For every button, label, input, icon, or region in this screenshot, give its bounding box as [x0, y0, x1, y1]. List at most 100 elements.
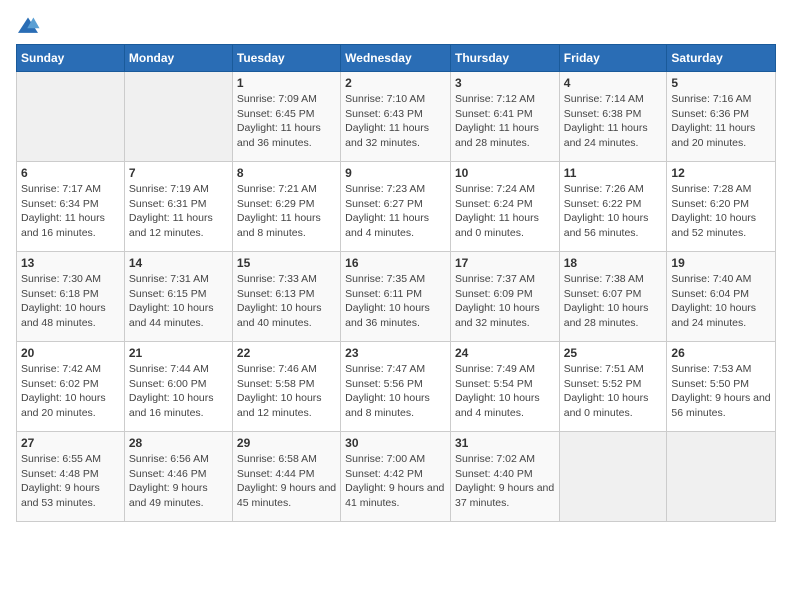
day-detail: Sunrise: 7:00 AM Sunset: 4:42 PM Dayligh…: [345, 452, 446, 511]
week-row-1: 1 Sunrise: 7:09 AM Sunset: 6:45 PM Daylig…: [17, 72, 776, 162]
day-number: 19: [671, 256, 771, 270]
day-cell: 13 Sunrise: 7:30 AM Sunset: 6:18 PM Dayli…: [17, 252, 125, 342]
day-detail: Sunrise: 7:02 AM Sunset: 4:40 PM Dayligh…: [455, 452, 555, 511]
day-cell: 23 Sunrise: 7:47 AM Sunset: 5:56 PM Dayli…: [341, 342, 451, 432]
day-number: 31: [455, 436, 555, 450]
day-detail: Sunrise: 7:26 AM Sunset: 6:22 PM Dayligh…: [564, 182, 663, 241]
col-header-saturday: Saturday: [667, 45, 776, 72]
day-number: 6: [21, 166, 120, 180]
day-detail: Sunrise: 7:42 AM Sunset: 6:02 PM Dayligh…: [21, 362, 120, 421]
day-detail: Sunrise: 7:47 AM Sunset: 5:56 PM Dayligh…: [345, 362, 446, 421]
week-row-5: 27 Sunrise: 6:55 AM Sunset: 4:48 PM Dayli…: [17, 432, 776, 522]
day-cell: 25Sunrise: 7:51 AM Sunset: 5:52 PM Dayli…: [559, 342, 667, 432]
day-cell: 22 Sunrise: 7:46 AM Sunset: 5:58 PM Dayli…: [232, 342, 340, 432]
day-cell: 12Sunrise: 7:28 AM Sunset: 6:20 PM Dayli…: [667, 162, 776, 252]
day-number: 2: [345, 76, 446, 90]
day-number: 20: [21, 346, 120, 360]
day-number: 24: [455, 346, 555, 360]
calendar-table: SundayMondayTuesdayWednesdayThursdayFrid…: [16, 44, 776, 522]
day-detail: Sunrise: 7:31 AM Sunset: 6:15 PM Dayligh…: [129, 272, 228, 331]
day-detail: Sunrise: 7:49 AM Sunset: 5:54 PM Dayligh…: [455, 362, 555, 421]
day-number: 10: [455, 166, 555, 180]
day-cell: 17 Sunrise: 7:37 AM Sunset: 6:09 PM Dayli…: [450, 252, 559, 342]
day-detail: Sunrise: 7:28 AM Sunset: 6:20 PM Dayligh…: [671, 182, 771, 241]
day-detail: Sunrise: 7:16 AM Sunset: 6:36 PM Dayligh…: [671, 92, 771, 151]
day-number: 9: [345, 166, 446, 180]
day-detail: Sunrise: 7:10 AM Sunset: 6:43 PM Dayligh…: [345, 92, 446, 151]
day-number: 25: [564, 346, 663, 360]
day-number: 3: [455, 76, 555, 90]
day-detail: Sunrise: 7:44 AM Sunset: 6:00 PM Dayligh…: [129, 362, 228, 421]
day-detail: Sunrise: 7:24 AM Sunset: 6:24 PM Dayligh…: [455, 182, 555, 241]
day-cell: 11 Sunrise: 7:26 AM Sunset: 6:22 PM Dayli…: [559, 162, 667, 252]
day-detail: Sunrise: 7:17 AM Sunset: 6:34 PM Dayligh…: [21, 182, 120, 241]
day-cell: 15 Sunrise: 7:33 AM Sunset: 6:13 PM Dayli…: [232, 252, 340, 342]
day-cell: 26 Sunrise: 7:53 AM Sunset: 5:50 PM Dayli…: [667, 342, 776, 432]
day-detail: Sunrise: 7:40 AM Sunset: 6:04 PM Dayligh…: [671, 272, 771, 331]
day-detail: Sunrise: 7:30 AM Sunset: 6:18 PM Dayligh…: [21, 272, 120, 331]
page-header: [16, 16, 776, 36]
day-detail: Sunrise: 7:19 AM Sunset: 6:31 PM Dayligh…: [129, 182, 228, 241]
day-number: 13: [21, 256, 120, 270]
col-header-tuesday: Tuesday: [232, 45, 340, 72]
day-number: 4: [564, 76, 663, 90]
day-cell: [667, 432, 776, 522]
day-detail: Sunrise: 7:53 AM Sunset: 5:50 PM Dayligh…: [671, 362, 771, 421]
day-number: 17: [455, 256, 555, 270]
day-cell: 14 Sunrise: 7:31 AM Sunset: 6:15 PM Dayli…: [124, 252, 232, 342]
col-header-sunday: Sunday: [17, 45, 125, 72]
col-header-thursday: Thursday: [450, 45, 559, 72]
day-number: 29: [237, 436, 336, 450]
week-row-3: 13 Sunrise: 7:30 AM Sunset: 6:18 PM Dayli…: [17, 252, 776, 342]
week-row-4: 20 Sunrise: 7:42 AM Sunset: 6:02 PM Dayli…: [17, 342, 776, 432]
day-cell: 2 Sunrise: 7:10 AM Sunset: 6:43 PM Daylig…: [341, 72, 451, 162]
day-number: 7: [129, 166, 228, 180]
day-detail: Sunrise: 7:14 AM Sunset: 6:38 PM Dayligh…: [564, 92, 663, 151]
day-number: 8: [237, 166, 336, 180]
day-detail: Sunrise: 6:58 AM Sunset: 4:44 PM Dayligh…: [237, 452, 336, 511]
day-cell: 9 Sunrise: 7:23 AM Sunset: 6:27 PM Daylig…: [341, 162, 451, 252]
day-number: 27: [21, 436, 120, 450]
day-detail: Sunrise: 7:33 AM Sunset: 6:13 PM Dayligh…: [237, 272, 336, 331]
day-cell: 21 Sunrise: 7:44 AM Sunset: 6:00 PM Dayli…: [124, 342, 232, 432]
day-number: 14: [129, 256, 228, 270]
logo-icon: [16, 16, 40, 36]
day-number: 11: [564, 166, 663, 180]
day-number: 30: [345, 436, 446, 450]
day-cell: 30 Sunrise: 7:00 AM Sunset: 4:42 PM Dayli…: [341, 432, 451, 522]
day-detail: Sunrise: 7:37 AM Sunset: 6:09 PM Dayligh…: [455, 272, 555, 331]
day-cell: 10 Sunrise: 7:24 AM Sunset: 6:24 PM Dayli…: [450, 162, 559, 252]
day-number: 23: [345, 346, 446, 360]
day-cell: [559, 432, 667, 522]
day-number: 22: [237, 346, 336, 360]
day-detail: Sunrise: 7:35 AM Sunset: 6:11 PM Dayligh…: [345, 272, 446, 331]
day-number: 16: [345, 256, 446, 270]
day-cell: 31 Sunrise: 7:02 AM Sunset: 4:40 PM Dayli…: [450, 432, 559, 522]
day-cell: [124, 72, 232, 162]
logo: [16, 16, 44, 36]
day-cell: 27 Sunrise: 6:55 AM Sunset: 4:48 PM Dayli…: [17, 432, 125, 522]
day-cell: 24 Sunrise: 7:49 AM Sunset: 5:54 PM Dayli…: [450, 342, 559, 432]
col-header-wednesday: Wednesday: [341, 45, 451, 72]
day-detail: Sunrise: 6:55 AM Sunset: 4:48 PM Dayligh…: [21, 452, 120, 511]
day-number: 18: [564, 256, 663, 270]
day-number: 28: [129, 436, 228, 450]
day-detail: Sunrise: 7:23 AM Sunset: 6:27 PM Dayligh…: [345, 182, 446, 241]
day-cell: 4 Sunrise: 7:14 AM Sunset: 6:38 PM Daylig…: [559, 72, 667, 162]
day-number: 21: [129, 346, 228, 360]
day-cell: 3 Sunrise: 7:12 AM Sunset: 6:41 PM Daylig…: [450, 72, 559, 162]
day-number: 26: [671, 346, 771, 360]
day-detail: Sunrise: 6:56 AM Sunset: 4:46 PM Dayligh…: [129, 452, 228, 511]
day-cell: 8Sunrise: 7:21 AM Sunset: 6:29 PM Daylig…: [232, 162, 340, 252]
day-number: 15: [237, 256, 336, 270]
day-cell: 7 Sunrise: 7:19 AM Sunset: 6:31 PM Daylig…: [124, 162, 232, 252]
day-detail: Sunrise: 7:09 AM Sunset: 6:45 PM Dayligh…: [237, 92, 336, 151]
day-detail: Sunrise: 7:46 AM Sunset: 5:58 PM Dayligh…: [237, 362, 336, 421]
day-cell: 20 Sunrise: 7:42 AM Sunset: 6:02 PM Dayli…: [17, 342, 125, 432]
week-row-2: 6 Sunrise: 7:17 AM Sunset: 6:34 PM Daylig…: [17, 162, 776, 252]
day-cell: 29 Sunrise: 6:58 AM Sunset: 4:44 PM Dayli…: [232, 432, 340, 522]
day-detail: Sunrise: 7:12 AM Sunset: 6:41 PM Dayligh…: [455, 92, 555, 151]
day-number: 5: [671, 76, 771, 90]
day-number: 1: [237, 76, 336, 90]
day-cell: [17, 72, 125, 162]
